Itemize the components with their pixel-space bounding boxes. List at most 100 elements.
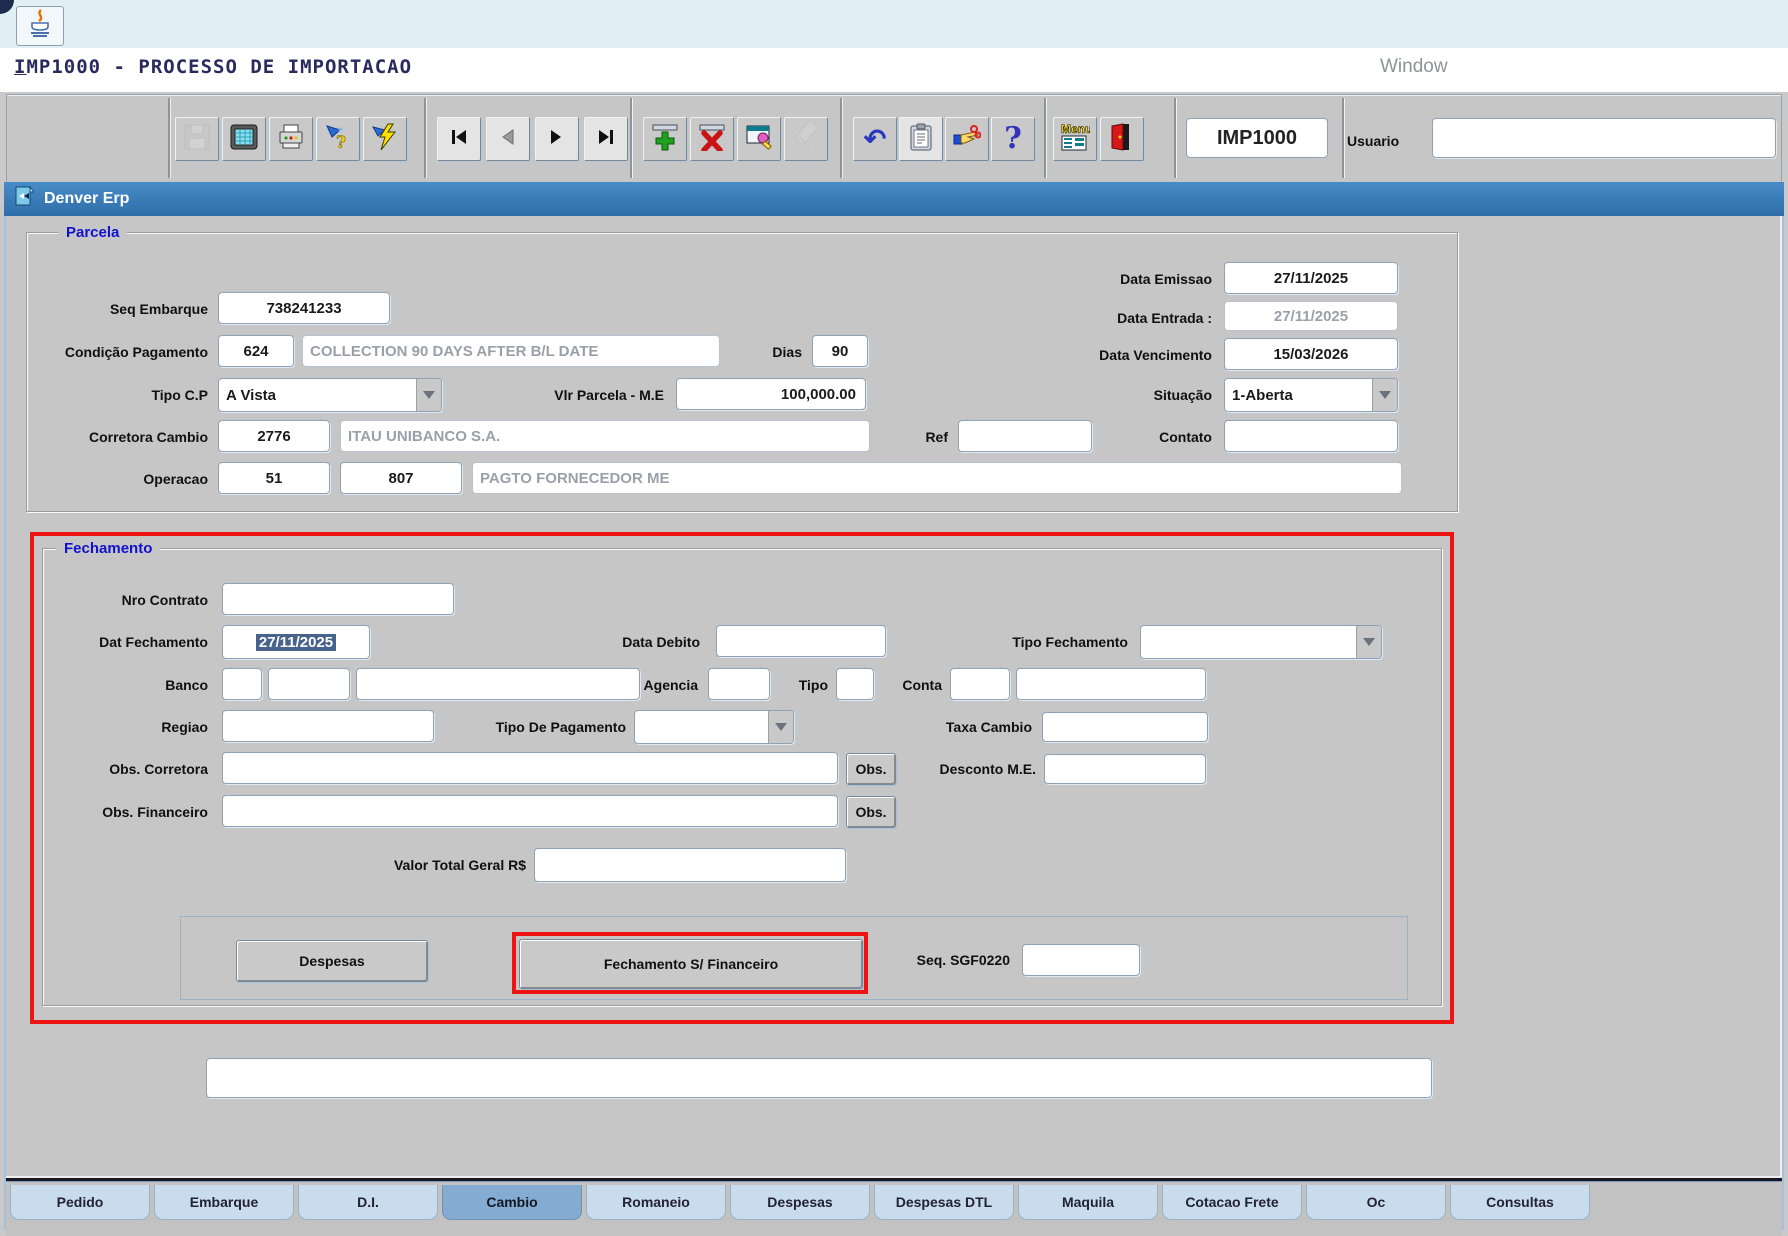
tab-di[interactable]: D.I. — [298, 1185, 438, 1220]
conta-code-field[interactable] — [950, 668, 1010, 700]
tipo-cp-combobox[interactable]: A Vista — [218, 378, 442, 412]
tab-embarque[interactable]: Embarque — [154, 1185, 294, 1220]
footer-message-field[interactable] — [206, 1058, 1432, 1098]
nav-prev-button[interactable] — [486, 117, 530, 161]
dias-field[interactable]: 90 — [812, 335, 868, 367]
usuario-input[interactable] — [1432, 118, 1776, 158]
add-record-button[interactable] — [643, 117, 687, 161]
obs-corretora-field[interactable] — [222, 752, 838, 784]
conta-number-field[interactable] — [1016, 668, 1206, 700]
toolbar-separator — [840, 98, 842, 178]
execute-lightning-icon — [371, 123, 399, 156]
obs-financeiro-field[interactable] — [222, 795, 838, 827]
toolbar-separator — [424, 98, 426, 178]
contato-field[interactable] — [1224, 420, 1398, 452]
regiao-field[interactable] — [222, 710, 434, 742]
ref-field[interactable] — [958, 420, 1092, 452]
java-app-button[interactable] — [16, 6, 64, 46]
desconto-me-field[interactable] — [1044, 754, 1206, 784]
frame-title: Denver Erp — [44, 190, 129, 208]
situacao-combobox[interactable]: 1-Aberta — [1224, 378, 1398, 412]
tipo-cp-label: Tipo C.P — [98, 384, 208, 406]
tab-despesas-dtl[interactable]: Despesas DTL — [874, 1185, 1014, 1220]
nav-next-button[interactable] — [535, 117, 579, 161]
contato-label: Contato — [1130, 426, 1212, 448]
tab-maquila[interactable]: Maquila — [1018, 1185, 1158, 1220]
banco-branch-field[interactable] — [268, 668, 350, 700]
query-button[interactable]: ? — [316, 117, 360, 161]
data-debito-field[interactable] — [716, 625, 886, 657]
agencia-field[interactable] — [708, 668, 770, 700]
tab-despesas[interactable]: Despesas — [730, 1185, 870, 1220]
tipo-field[interactable] — [836, 668, 874, 700]
data-vencimento-label: Data Vencimento — [1000, 344, 1212, 366]
nav-first-button[interactable] — [437, 117, 481, 161]
corretora-cambio-label: Corretora Cambio — [40, 426, 208, 448]
screen-button[interactable] — [222, 117, 266, 161]
execute-button[interactable] — [363, 117, 407, 161]
seq-sgf0220-field[interactable] — [1022, 944, 1140, 976]
chevron-down-icon[interactable] — [768, 711, 793, 743]
vlr-parcela-field[interactable]: 100,000.00 — [676, 378, 866, 410]
obs-corretora-button[interactable]: Obs. — [846, 753, 896, 785]
print-button[interactable] — [269, 117, 313, 161]
delete-icon — [698, 123, 726, 156]
dat-fechamento-field[interactable]: 27/11/2025 — [222, 625, 370, 659]
tab-consultas[interactable]: Consultas — [1450, 1185, 1590, 1220]
tab-cotacao-frete[interactable]: Cotacao Frete — [1162, 1185, 1302, 1220]
toolbar-separator — [630, 98, 632, 178]
data-vencimento-field[interactable]: 15/03/2026 — [1224, 338, 1398, 370]
help-button[interactable]: ? — [991, 117, 1035, 161]
menu-item-window[interactable]: Window — [1380, 56, 1448, 78]
nav-last-button[interactable] — [584, 117, 628, 161]
chevron-down-icon[interactable] — [416, 379, 441, 411]
delete-record-button[interactable] — [690, 117, 734, 161]
corretora-code-field[interactable]: 2776 — [218, 420, 330, 452]
commit-button[interactable] — [945, 117, 989, 161]
tab-pedido[interactable]: Pedido — [10, 1185, 150, 1220]
toolbar-separator — [1342, 98, 1344, 178]
data-emissao-label: Data Emissao — [1000, 268, 1212, 290]
clipboard-icon — [909, 123, 933, 156]
condicao-pagamento-code-field[interactable]: 624 — [218, 335, 294, 367]
eraser-button[interactable] — [784, 117, 828, 161]
edit-record-button[interactable] — [737, 117, 781, 161]
exit-button[interactable] — [1100, 117, 1144, 161]
save-button[interactable] — [175, 117, 219, 161]
parcela-legend: Parcela — [58, 224, 127, 242]
obs-financeiro-label: Obs. Financeiro — [84, 801, 208, 823]
data-emissao-field[interactable]: 27/11/2025 — [1224, 262, 1398, 294]
tipo-fechamento-combobox[interactable] — [1140, 625, 1382, 659]
seq-embarque-field[interactable]: 738241233 — [218, 292, 390, 324]
operacao-code1-field[interactable]: 51 — [218, 462, 330, 494]
fechamento-sf-button[interactable]: Fechamento S/ Financeiro — [519, 939, 863, 989]
paste-button[interactable] — [899, 117, 943, 161]
nro-contrato-field[interactable] — [222, 583, 454, 615]
chevron-down-icon[interactable] — [1356, 626, 1381, 658]
banco-code-field[interactable] — [222, 668, 262, 700]
nav-prev-icon — [498, 128, 518, 151]
chevron-down-icon[interactable] — [1372, 379, 1397, 411]
valor-total-field[interactable] — [534, 848, 846, 882]
agencia-label: Agencia — [636, 674, 698, 696]
add-icon — [651, 123, 679, 156]
conta-label: Conta — [892, 674, 942, 696]
operacao-code2-field[interactable]: 807 — [340, 462, 462, 494]
tipo-pagamento-combobox[interactable] — [634, 710, 794, 744]
seq-embarque-label: Seq Embarque — [40, 298, 208, 320]
query-question-icon: ? — [324, 123, 352, 156]
dat-fechamento-label: Dat Fechamento — [70, 631, 208, 653]
tab-cambio[interactable]: Cambio — [442, 1185, 582, 1220]
obs-financeiro-button[interactable]: Obs. — [846, 796, 896, 828]
toolbar-separator — [1174, 98, 1176, 178]
banco-name-field[interactable] — [356, 668, 640, 700]
ref-label: Ref — [900, 426, 948, 448]
taxa-cambio-field[interactable] — [1042, 712, 1208, 742]
tab-romaneio[interactable]: Romaneio — [586, 1185, 726, 1220]
menu-button[interactable]: Menu — [1053, 117, 1097, 161]
undo-button[interactable]: ↶ — [853, 117, 897, 161]
operacao-label: Operacao — [96, 468, 208, 490]
despesas-button[interactable]: Despesas — [236, 940, 428, 982]
tab-oc[interactable]: Oc — [1306, 1185, 1446, 1220]
save-icon — [184, 124, 210, 155]
